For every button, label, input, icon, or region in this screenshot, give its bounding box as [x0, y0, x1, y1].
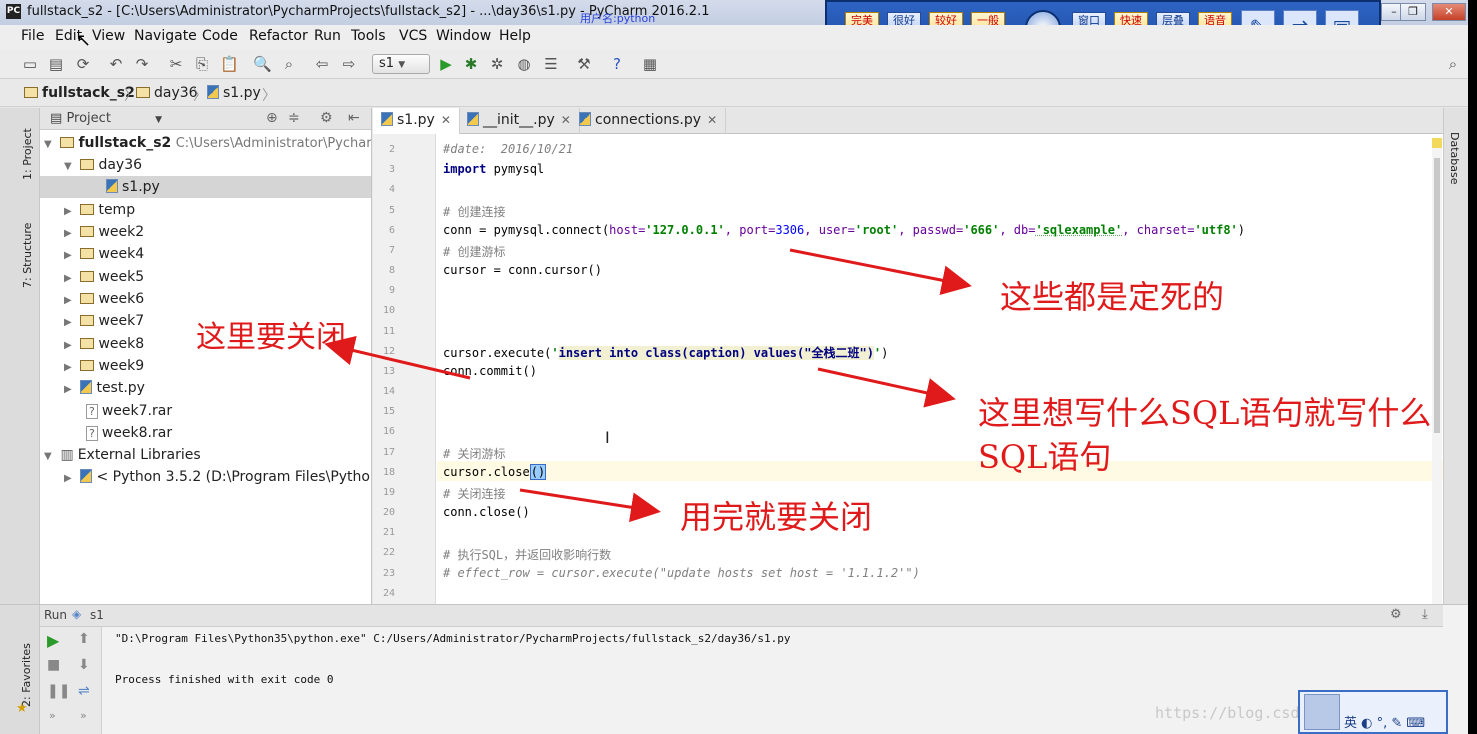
annotation-fixed: 这些都是定死的	[1000, 278, 1225, 316]
arrow-to-close-after-note	[519, 488, 661, 523]
python-run-icon: ◈	[72, 607, 82, 621]
wrap-lines-icon[interactable]: ⇌	[78, 683, 90, 699]
run-panel-header: Run ◈ s1 ⚙ ⤓	[40, 605, 1443, 627]
annotation-close-here: 这里要关闭	[196, 320, 346, 355]
annotation-sql-line1: 这里想写什么SQL语句就写什么	[978, 394, 1432, 432]
up-arrow-icon[interactable]: ⬆	[78, 631, 90, 647]
ime-status-bar: 英 ◐ °, ✎ ⌨	[1298, 690, 1448, 734]
run-panel-actions: ▶ ⬆ ■ ⬇ ❚❚ ⇌ » »	[40, 627, 102, 734]
console-command: "D:\Program Files\Python35\python.exe" C…	[115, 632, 791, 645]
run-config-tab[interactable]: s1	[90, 608, 104, 622]
arrow-to-close-here-note	[324, 335, 471, 380]
pause-icon[interactable]: ❚❚	[47, 683, 70, 699]
stop-icon[interactable]: ■	[47, 657, 60, 673]
ime-avatar[interactable]	[1304, 694, 1340, 730]
arrow-to-fixed-note	[789, 248, 972, 296]
arrow-to-sql-note	[817, 367, 956, 408]
left-tool-strip-bottom: 2: Favorites ★	[0, 605, 40, 734]
pycharm-window: PC fullstack_s2 - [C:\Users\Administrato…	[0, 0, 1468, 734]
ime-status-text[interactable]: 英 ◐ °, ✎ ⌨	[1344, 712, 1425, 731]
star-icon: ★	[16, 701, 28, 716]
annotation-close-after: 用完就要关闭	[680, 498, 873, 536]
more-icon[interactable]: »	[80, 709, 87, 722]
annotation-sql-line2: SQL语句	[978, 438, 1112, 476]
console-exit-status: Process finished with exit code 0	[115, 673, 334, 686]
hide-panel-icon[interactable]: ⤓	[1422, 607, 1428, 622]
run-panel-title: Run	[44, 608, 68, 622]
gear-icon[interactable]: ⚙	[1390, 607, 1402, 622]
rerun-icon[interactable]: ▶	[47, 631, 59, 650]
more-icon[interactable]: »	[49, 709, 56, 722]
down-arrow-icon[interactable]: ⬇	[78, 657, 90, 673]
favorites-tool-tab[interactable]: 2: Favorites	[20, 643, 33, 707]
